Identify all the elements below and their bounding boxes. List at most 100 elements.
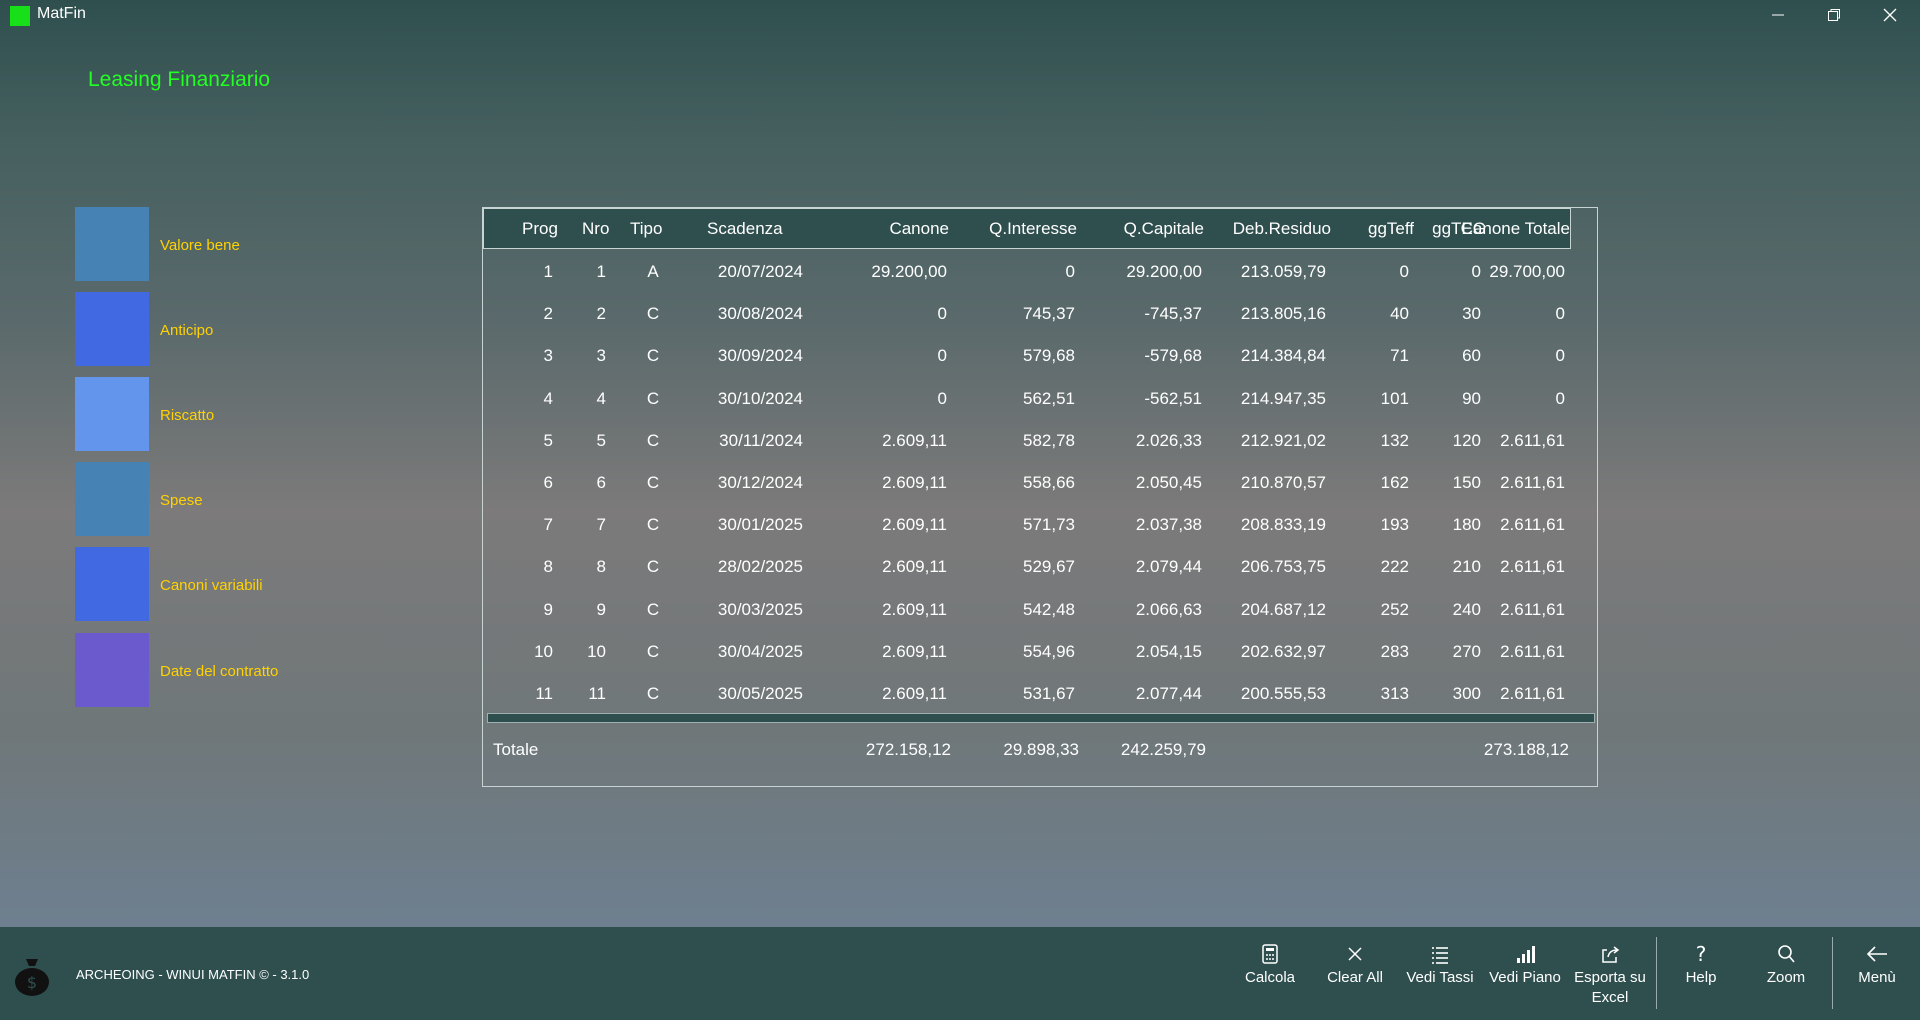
col-header-prog[interactable]: Prog — [522, 219, 558, 239]
table-row[interactable]: 3 3 C 30/09/2024 0 579,68 -579,68 214.384,84 71 6… — [483, 334, 1583, 376]
col-header-scadenza[interactable]: Scadenza — [707, 219, 783, 239]
total-canone: 272.158,12 — [865, 740, 951, 759]
cell-nro: 3 — [596, 346, 606, 366]
cell-canone: 2.609,11 — [882, 515, 947, 535]
back-arrow-icon — [1866, 946, 1887, 962]
cell-canonetotale: 2.611,61 — [1500, 473, 1565, 492]
cell-canone: 2.609,11 — [882, 430, 947, 450]
col-header-nro[interactable]: Nro — [582, 219, 609, 239]
col-header-qcapitale[interactable]: Q.Capitale — [1084, 219, 1204, 239]
cell-debresiduo: 202.632,97 — [1240, 641, 1326, 661]
sidebar-item-label: Riscatto — [160, 407, 215, 424]
cell-debresiduo: 208.833,19 — [1240, 515, 1326, 535]
cell-qinteresse: 745,37 — [1023, 304, 1075, 324]
sidebar-item-valore-bene[interactable]: Valore bene — [75, 207, 395, 281]
cell-qinteresse: 531,67 — [1023, 684, 1075, 703]
clear-all-button[interactable]: Clear All — [1313, 943, 1397, 988]
clear-icon — [1348, 947, 1362, 961]
spese-swatch[interactable] — [75, 462, 149, 536]
cell-canone: 2.609,11 — [882, 473, 947, 492]
cell-debresiduo: 213.059,79 — [1240, 262, 1326, 281]
zoom-button[interactable]: Zoom — [1744, 943, 1828, 988]
cell-qcapitale: 2.037,38 — [1135, 515, 1202, 535]
sidebar-item-canoni-variabili[interactable]: Canoni variabili — [75, 547, 395, 621]
menu-button[interactable]: Menù — [1835, 943, 1919, 988]
sidebar-item-date-contratto[interactable]: Date del contratto — [75, 633, 395, 707]
close-button[interactable] — [1862, 0, 1918, 30]
cell-tipo: C — [646, 388, 660, 408]
horizontal-scrollbar[interactable] — [487, 713, 1595, 723]
cell-scadenza: 30/05/2025 — [717, 684, 803, 703]
cell-qinteresse: 529,67 — [1023, 557, 1075, 577]
col-header-qinteresse[interactable]: Q.Interesse — [944, 219, 1077, 239]
help-button[interactable]: ? Help — [1659, 943, 1743, 988]
vedi-tassi-button[interactable]: Vedi Tassi — [1398, 943, 1482, 988]
cell-qinteresse: 562,51 — [1023, 388, 1075, 408]
table-row[interactable]: 8 8 C 28/02/2025 2.609,11 529,67 2.079,44 206.7… — [483, 545, 1583, 587]
cell-debresiduo: 214.947,35 — [1240, 388, 1326, 408]
col-header-tipo[interactable]: Tipo — [630, 219, 662, 239]
cell-nro: 10 — [587, 641, 606, 661]
table-row[interactable]: 10 10 C 30/04/2025 2.609,11 554,96 2.054,15 202… — [483, 630, 1583, 672]
canoni-variabili-swatch[interactable] — [75, 547, 149, 621]
sidebar-item-anticipo[interactable]: Anticipo — [75, 292, 395, 366]
totals-label: Totale — [493, 740, 539, 759]
cell-qinteresse: 0 — [1065, 262, 1075, 281]
cell-tipo: C — [646, 515, 660, 535]
menu-label: Menù — [1858, 969, 1896, 986]
calcola-label: Calcola — [1244, 969, 1296, 986]
table-row[interactable]: 4 4 C 30/10/2024 0 562,51 -562,51 214.947,35 101… — [483, 377, 1583, 419]
cell-qinteresse: 542,48 — [1023, 599, 1075, 619]
col-header-canonetotale[interactable]: Canone Totale — [1444, 219, 1570, 239]
cell-canone: 2.609,11 — [882, 684, 947, 703]
esporta-excel-label: Esporta su Excel — [1574, 969, 1646, 1006]
cell-qinteresse: 582,78 — [1023, 430, 1075, 450]
cell-qcapitale: -579,68 — [1144, 346, 1202, 366]
sidebar-item-riscatto[interactable]: Riscatto — [75, 377, 395, 451]
table-row[interactable]: 9 9 C 30/03/2025 2.609,11 542,48 2.066,63 204.6… — [483, 588, 1583, 630]
zoom-label: Zoom — [1766, 969, 1806, 986]
minimize-button[interactable] — [1750, 0, 1806, 30]
cell-tipo: C — [646, 684, 660, 703]
vedi-piano-button[interactable]: Vedi Piano — [1483, 943, 1567, 988]
totals-row: Totale 272.158,12 29.898,33 242.259,79 2… — [483, 740, 1583, 782]
grid-header: Prog Nro Tipo Scadenza Canone Q.Interess… — [483, 208, 1571, 249]
cell-canonetotale: 0 — [1555, 304, 1565, 324]
table-row[interactable]: 11 11 C 30/05/2025 2.609,11 531,67 2.077,44 200… — [483, 672, 1583, 714]
restore-button[interactable] — [1806, 0, 1862, 30]
title-bar: MatFin — [0, 0, 1920, 30]
cell-nro: 9 — [596, 599, 606, 619]
sidebar-item-label: Canoni variabili — [160, 577, 263, 594]
cell-canonetotale: 2.611,61 — [1500, 515, 1565, 535]
cell-debresiduo: 206.753,75 — [1240, 557, 1326, 577]
cell-tipo: A — [647, 262, 659, 281]
table-row[interactable]: 2 2 C 30/08/2024 0 745,37 -745,37 213.805,16 40 3… — [483, 292, 1583, 334]
cell-nro: 4 — [596, 388, 606, 408]
cell-canone: 29.200,00 — [871, 262, 947, 281]
money-bag-icon: $ — [15, 959, 49, 996]
col-header-debresiduo[interactable]: Deb.Residuo — [1209, 219, 1331, 239]
cell-debresiduo: 204.687,12 — [1240, 599, 1326, 619]
sidebar-item-label: Date del contratto — [160, 663, 279, 680]
table-row[interactable]: 5 5 C 30/11/2024 2.609,11 582,78 2.026,33 212.9… — [483, 419, 1583, 461]
calculator-icon — [1262, 944, 1278, 964]
cell-debresiduo: 210.870,57 — [1240, 473, 1326, 492]
cell-canonetotale: 2.611,61 — [1500, 557, 1565, 577]
riscatto-swatch[interactable] — [75, 377, 149, 451]
valore-bene-swatch[interactable] — [75, 207, 149, 281]
date-contratto-swatch[interactable] — [75, 633, 149, 707]
cell-canonetotale: 0 — [1555, 346, 1565, 366]
esporta-excel-button[interactable]: Esporta su Excel — [1568, 943, 1652, 1008]
cell-qcapitale: -562,51 — [1144, 388, 1202, 408]
cell-tipo: C — [646, 641, 660, 661]
sidebar-item-spese[interactable]: Spese — [75, 462, 395, 536]
cell-qcapitale: 29.200,00 — [1126, 262, 1202, 281]
table-row[interactable]: 7 7 C 30/01/2025 2.609,11 571,73 2.037,38 208.8… — [483, 503, 1583, 545]
vedi-piano-label: Vedi Piano — [1489, 969, 1561, 986]
calcola-button[interactable]: Calcola — [1228, 943, 1312, 988]
table-row[interactable]: 1 1 A 20/07/2024 29.200,00 0 29.200,00 213.059,… — [483, 250, 1583, 292]
anticipo-swatch[interactable] — [75, 292, 149, 366]
table-row[interactable]: 6 6 C 30/12/2024 2.609,11 558,66 2.050,45 210.8… — [483, 461, 1583, 503]
col-header-canone[interactable]: Canone — [829, 219, 949, 239]
cell-qcapitale: -745,37 — [1144, 304, 1202, 324]
